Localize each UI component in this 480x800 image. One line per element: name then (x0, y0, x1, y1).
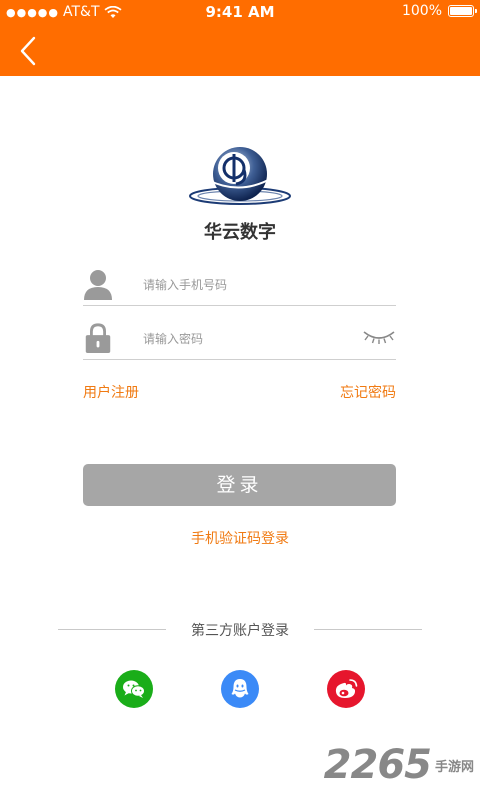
login-button[interactable]: 登录 (83, 464, 396, 506)
status-bar: ●●●●● AT&T 9:41 AM 100% (0, 0, 480, 24)
qq-login-button[interactable] (221, 670, 259, 708)
back-button[interactable] (14, 36, 44, 66)
phone-field-row (83, 266, 396, 306)
password-field-row (83, 320, 396, 360)
navigation-bar: ●●●●● AT&T 9:41 AM 100% (0, 0, 480, 76)
brand-logo (189, 147, 291, 205)
lock-icon (85, 323, 111, 354)
eye-closed-icon[interactable] (362, 328, 396, 346)
qq-icon (231, 679, 249, 698)
third-party-login-title: 第三方账户登录 (191, 623, 289, 639)
watermark-text: 手游网 (434, 759, 474, 775)
watermark: 2265 手游网 (324, 742, 474, 788)
wechat-icon (123, 680, 145, 698)
phone-input[interactable] (143, 274, 363, 296)
sms-login-link[interactable]: 手机验证码登录 (0, 528, 480, 548)
divider-right (314, 629, 422, 630)
user-icon (84, 270, 112, 300)
weibo-icon (335, 679, 358, 698)
weibo-login-button[interactable] (327, 670, 365, 708)
battery-percent: 100% (401, 3, 442, 19)
password-input[interactable] (143, 328, 363, 350)
battery-icon (448, 5, 477, 17)
forgot-password-link[interactable]: 忘记密码 (340, 382, 396, 402)
watermark-number: 2265 (323, 742, 432, 788)
brand-name: 华云数字 (204, 222, 276, 243)
wechat-login-button[interactable] (115, 670, 153, 708)
register-link[interactable]: 用户注册 (83, 382, 139, 402)
